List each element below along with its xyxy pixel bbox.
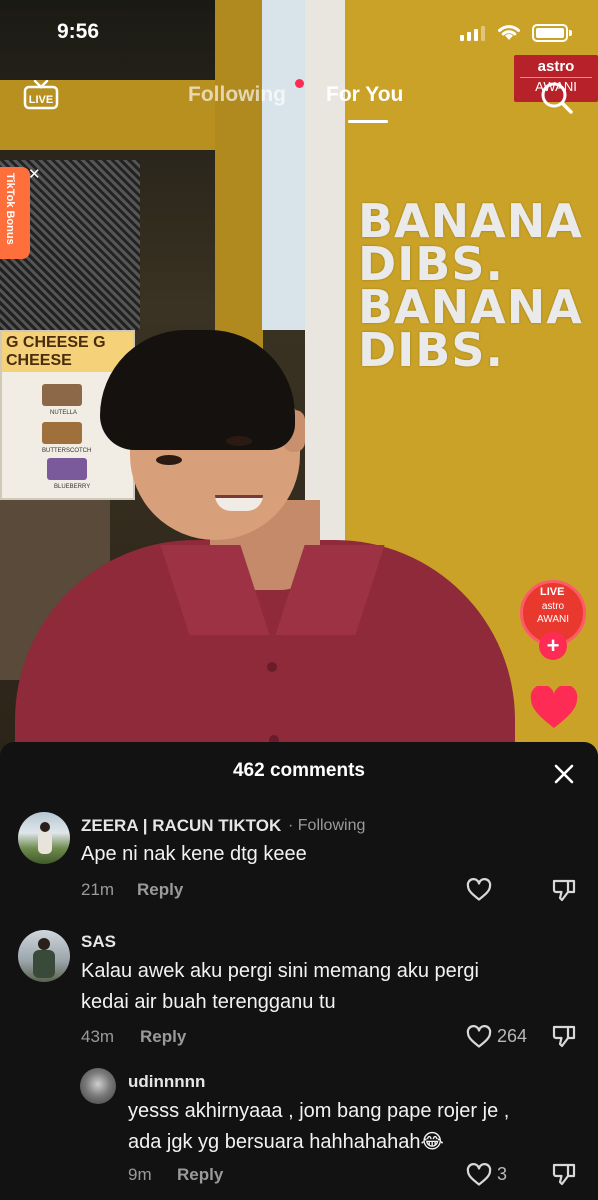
- tab-following[interactable]: Following: [188, 83, 286, 107]
- menu-item-label: BLUEBERRY: [54, 484, 91, 490]
- comment-like-count: 3: [497, 1164, 508, 1184]
- active-tab-indicator: [348, 120, 388, 123]
- wall-text: BANANA DIBS. BANANA DIBS.: [358, 198, 583, 377]
- avatar[interactable]: [18, 812, 70, 864]
- comment-dislike-icon[interactable]: [551, 877, 577, 903]
- notification-dot: [295, 79, 304, 88]
- wall-text-line: DIBS.: [358, 323, 504, 377]
- menu-item-image: [47, 458, 87, 480]
- cellular-signal-icon: [460, 26, 485, 41]
- close-icon[interactable]: ✕: [28, 165, 41, 183]
- comment-text-line: ada jgk yg bersuara hahhahahah😂: [128, 1131, 444, 1153]
- avatar-line1: astro: [541, 601, 565, 612]
- comment-dislike-icon[interactable]: [551, 1023, 577, 1049]
- tiktok-screen: G CHEESE G CHEESE NUTELLA BUTTERSCOTCH B…: [0, 0, 598, 1200]
- comment-like-icon[interactable]: [466, 1163, 492, 1187]
- live-badge: LIVE: [540, 586, 565, 598]
- status-time: 9:56: [57, 20, 100, 43]
- comment-username[interactable]: ZEERA | RACUN TIKTOK: [81, 816, 281, 836]
- comment-text-line: Kalau awek aku pergi sini memang aku per…: [81, 960, 479, 982]
- comment-username[interactable]: udinnnnn: [128, 1072, 205, 1092]
- menu-item-label: NUTELLA: [50, 410, 78, 416]
- menu-item-image: [42, 422, 82, 444]
- shirt-button: [267, 662, 277, 672]
- search-icon[interactable]: [539, 80, 575, 116]
- comment-time: 9m: [128, 1165, 152, 1184]
- battery-icon: [532, 24, 572, 42]
- menu-board-header: G CHEESE G CHEESE: [2, 332, 133, 372]
- person-eye: [226, 436, 252, 446]
- menu-item-label: BUTTERSCOTCH: [42, 448, 92, 454]
- like-heart-icon[interactable]: [530, 686, 578, 730]
- avatar[interactable]: [18, 930, 70, 982]
- live-label: LIVE: [29, 94, 53, 106]
- reply-button[interactable]: Reply: [177, 1165, 223, 1185]
- bonus-label: TikTok Bonus: [4, 173, 16, 245]
- comment-time: 21m: [81, 880, 115, 899]
- sky: [262, 0, 307, 330]
- live-button[interactable]: LIVE: [23, 80, 59, 110]
- comment-like-icon[interactable]: [466, 1025, 492, 1049]
- tab-for-you[interactable]: For You: [326, 83, 403, 107]
- wifi-icon: [498, 25, 520, 40]
- comment-like-count: 264: [497, 1026, 528, 1046]
- reply-button[interactable]: Reply: [137, 880, 183, 900]
- comments-sheet: 462 comments ZEERA | RACUN TIKTOK · Foll…: [0, 742, 598, 1200]
- comment-username[interactable]: SAS: [81, 932, 116, 952]
- following-label: · Following: [288, 817, 366, 834]
- menu-item-image: [42, 384, 82, 406]
- video-player[interactable]: G CHEESE G CHEESE NUTELLA BUTTERSCOTCH B…: [0, 0, 598, 760]
- comments-count-title: 462 comments: [232, 760, 365, 781]
- comment-dislike-icon[interactable]: [551, 1161, 577, 1187]
- person-eye: [156, 455, 182, 465]
- watermark-line1: astro: [537, 58, 575, 75]
- comment-time: 43m: [81, 1027, 115, 1046]
- tiktok-bonus-tab[interactable]: TikTok Bonus: [0, 167, 30, 259]
- avatar[interactable]: [80, 1068, 116, 1104]
- follow-plus-button[interactable]: +: [539, 632, 567, 660]
- avatar-line2: AWANI: [536, 614, 570, 625]
- close-icon[interactable]: [549, 759, 579, 789]
- comment-text: Ape ni nak kene dtg keee: [81, 843, 307, 865]
- comment-text-line: kedai air buah terengganu tu: [81, 991, 336, 1013]
- comment-text-line: yesss akhirnyaaa , jom bang pape rojer j…: [128, 1100, 510, 1122]
- comment-like-icon[interactable]: [466, 878, 492, 902]
- reply-button[interactable]: Reply: [140, 1027, 186, 1047]
